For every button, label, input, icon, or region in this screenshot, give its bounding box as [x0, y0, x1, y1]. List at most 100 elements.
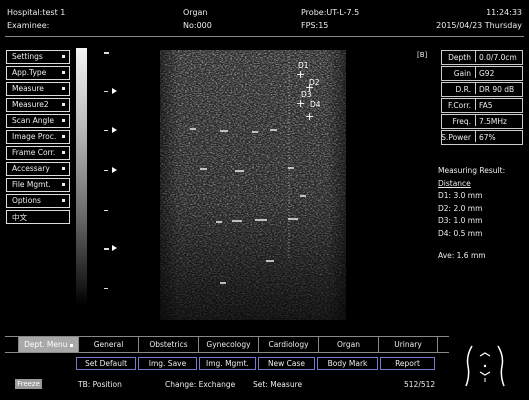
focus-arrow-icon	[112, 167, 117, 173]
menu-item-label: Image Proc.	[12, 132, 57, 141]
caliper-cross-icon[interactable]: +	[305, 111, 314, 122]
result-average: Ave: 1.6 mm	[438, 251, 486, 260]
param-value: 7.5MHz	[475, 115, 507, 126]
menu-item-frame-corr[interactable]: Frame Corr.	[6, 146, 70, 160]
depth-tick	[104, 130, 108, 131]
menu-item-app-type[interactable]: App.Type	[6, 66, 70, 80]
measure-label-d4: D4	[310, 100, 321, 109]
tab-gynecology[interactable]: Gynecology	[198, 337, 258, 352]
tab-organ[interactable]: Organ	[318, 337, 378, 352]
menu-item-label: Options	[12, 196, 41, 205]
freeze-indicator[interactable]: Freeze	[15, 379, 42, 389]
tab-general[interactable]: General	[78, 337, 138, 352]
clock-time: 11:24:33	[486, 8, 522, 17]
focus-arrow-icon	[112, 88, 117, 94]
param-key: Gain	[453, 69, 471, 78]
body-mark-icon[interactable]	[464, 342, 506, 390]
param-key: F.Corr.	[447, 101, 471, 110]
menu-item-settings[interactable]: Settings	[6, 50, 70, 64]
depth-tick	[104, 91, 108, 92]
menu-item-file-mgmt[interactable]: File Mgmt.	[6, 178, 70, 192]
result-d2: D2: 2.0 mm	[438, 203, 483, 213]
tab-label: Gynecology	[206, 340, 251, 349]
menu-item-language[interactable]: 中文	[6, 210, 70, 224]
param-value: FA5	[475, 99, 493, 110]
depth-tick	[104, 52, 109, 54]
tab-label: Dept. Menu	[24, 340, 68, 349]
menu-item-label: App.Type	[12, 68, 47, 77]
result-d3: D3: 1.0 mm	[438, 216, 483, 225]
menu-item-measure2[interactable]: Measure2	[6, 98, 70, 112]
param-value: 67%	[475, 131, 496, 142]
param-row: F.Corr. FA5	[441, 98, 523, 113]
probe-label: Probe:UT-L-7.5	[301, 8, 360, 17]
tab-label: Urinary	[394, 340, 422, 349]
hospital-label: Hospital:test 1	[7, 8, 66, 17]
param-key: Freq.	[452, 117, 471, 126]
ultrasound-image[interactable]	[160, 50, 346, 320]
param-key: Depth	[448, 53, 471, 62]
status-tb: TB: Position	[78, 380, 122, 389]
param-key: S.Power	[441, 133, 471, 142]
submenu-dot-icon	[62, 103, 65, 106]
measuring-result-panel: Measuring Result: Distance D1: 3.0 mm D2…	[438, 166, 505, 264]
mode-label: [B]	[417, 51, 428, 59]
depth-tick	[104, 170, 108, 171]
report-button[interactable]: Report	[380, 357, 435, 370]
menu-item-measure[interactable]: Measure	[6, 82, 70, 96]
new-case-button[interactable]: New Case	[258, 357, 315, 370]
tab-dept-menu[interactable]: Dept. Menu	[18, 337, 78, 352]
set-default-button[interactable]: Set Default	[76, 357, 136, 370]
menu-item-label: Scan Angle	[12, 116, 54, 125]
param-row: D.R. DR 90 dB	[441, 82, 523, 97]
caliper-cross-icon[interactable]: +	[305, 82, 314, 93]
result-d1: D1: 3.0 mm	[438, 191, 483, 200]
tab-obstetrics[interactable]: Obstetrics	[138, 337, 198, 352]
menu-item-accessary[interactable]: Accessary	[6, 162, 70, 176]
clock-date: 2015/04/23 Thursday	[436, 21, 522, 30]
parameters-panel: Depth 0.0/7.0cm Gain G92 D.R. DR 90 dB F.Co…	[441, 50, 523, 146]
tab-label: Cardiology	[268, 340, 309, 349]
menu-item-label: Settings	[12, 52, 43, 61]
param-row: S.Power 67%	[441, 130, 523, 145]
depth-tick	[104, 210, 108, 211]
img-save-button[interactable]: Img. Save	[138, 357, 197, 370]
status-set: Set: Measure	[253, 380, 303, 389]
tab-label: Organ	[337, 340, 360, 349]
param-value: G92	[475, 67, 494, 78]
measuring-type: Distance	[438, 178, 471, 188]
tab-urinary[interactable]: Urinary	[378, 337, 438, 352]
grayscale-bar	[76, 48, 87, 305]
left-menu: Settings App.Type Measure Measure2 Scan …	[6, 50, 70, 226]
focus-arrow-icon	[112, 127, 117, 133]
menu-item-label: Accessary	[12, 164, 50, 173]
body-mark-button[interactable]: Body Mark	[317, 357, 378, 370]
param-key: D.R.	[455, 85, 472, 94]
submenu-dot-icon	[69, 343, 73, 347]
depth-tick	[104, 288, 108, 289]
param-row: Depth 0.0/7.0cm	[441, 50, 523, 65]
tab-cardiology[interactable]: Cardiology	[258, 337, 318, 352]
submenu-dot-icon	[62, 151, 65, 154]
examinee-label: Examinee:	[7, 21, 50, 30]
tab-label: Obstetrics	[149, 340, 188, 349]
department-tabs: Dept. Menu General Obstetrics Gynecology…	[5, 336, 449, 353]
submenu-dot-icon	[62, 135, 65, 138]
submenu-dot-icon	[62, 199, 65, 202]
frame-counter: 512/512	[404, 380, 436, 389]
status-change: Change: Exchange	[165, 380, 236, 389]
caliper-cross-icon[interactable]: +	[296, 69, 305, 80]
menu-item-options[interactable]: Options	[6, 194, 70, 208]
caliper-cross-icon[interactable]: +	[296, 98, 305, 109]
submenu-dot-icon	[62, 71, 65, 74]
fps-label: FPS:15	[301, 21, 329, 30]
param-value: 0.0/7.0cm	[475, 51, 517, 62]
img-mgmt-button[interactable]: Img. Mgmt.	[199, 357, 256, 370]
menu-item-image-proc[interactable]: Image Proc.	[6, 130, 70, 144]
menu-item-scan-angle[interactable]: Scan Angle	[6, 114, 70, 128]
focus-arrow-icon	[112, 245, 117, 251]
measuring-title: Measuring Result:	[438, 166, 506, 175]
header-bar: Hospital:test 1 Examinee: Organ No:000 P…	[5, 5, 524, 37]
submenu-dot-icon	[62, 119, 65, 122]
param-row: Gain G92	[441, 66, 523, 81]
